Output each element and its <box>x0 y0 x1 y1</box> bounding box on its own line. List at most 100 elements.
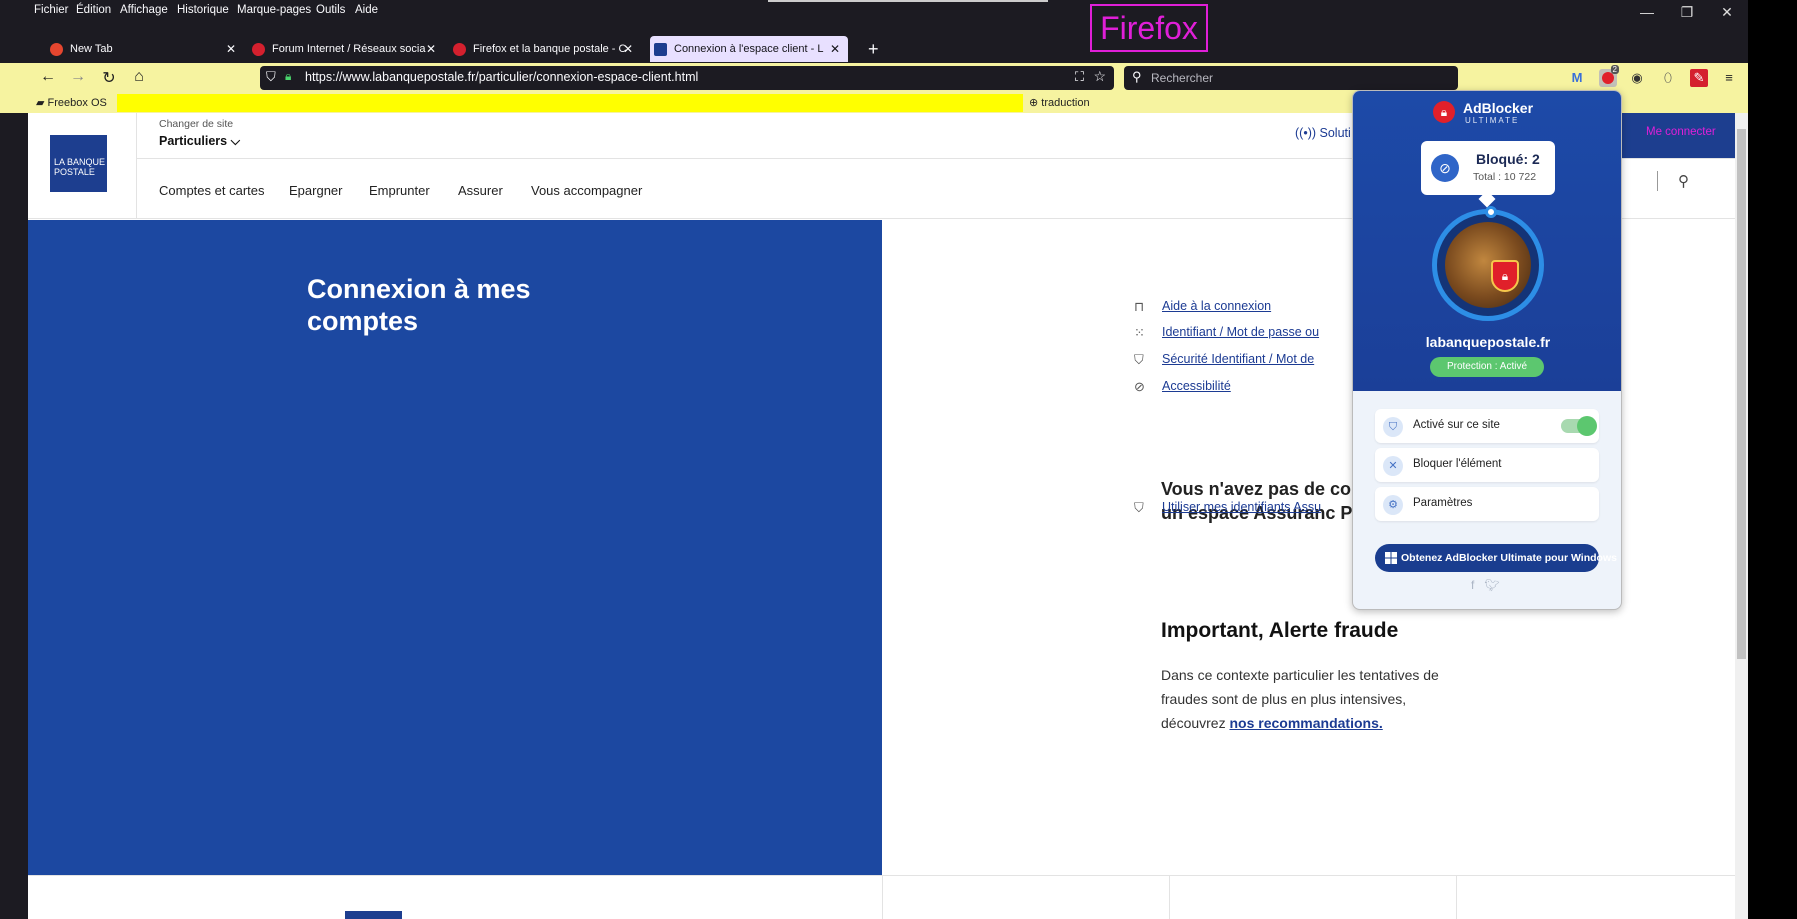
top-divider <box>768 0 1048 2</box>
alert-title: Important, Alerte fraude <box>1161 619 1399 642</box>
row-label: Paramètres <box>1413 497 1473 509</box>
tab-new-tab[interactable]: New Tab ✕ <box>50 36 236 62</box>
close-icon: ✕ <box>1383 456 1403 476</box>
close-window-icon[interactable]: ✕ <box>1712 4 1742 21</box>
menu-bar: Fichier Édition Affichage Historique Mar… <box>0 0 1748 26</box>
tab-forum[interactable]: Forum Internet / Réseaux socia ✕ <box>252 36 436 62</box>
tab-label: Connexion à l'espace client - L <box>674 43 824 55</box>
extension-red-icon[interactable]: ✎ <box>1690 69 1708 87</box>
search-icon: ⚲ <box>1132 69 1142 84</box>
tab-close-icon[interactable]: ✕ <box>226 36 236 62</box>
adblocker-extension-icon[interactable]: 2 <box>1599 65 1619 87</box>
bookmark-traduction[interactable]: ⊕ traduction <box>1029 96 1090 109</box>
menu-aide[interactable]: Aide <box>355 4 378 16</box>
link-accessibilite[interactable]: ⊘ Accessibilité <box>1134 379 1231 399</box>
blocked-card: ⊘ Bloqué: 2 Total : 10 722 <box>1421 141 1555 195</box>
solutions-link[interactable]: ((•)) Soluti <box>1295 126 1351 140</box>
url-bar[interactable]: ⛉ 🔒︎ https://www.labanquepostale.fr/part… <box>260 66 1114 90</box>
solutions-label: Soluti <box>1319 126 1351 140</box>
tab-favicon-icon <box>453 43 466 56</box>
bank-logo[interactable]: LA BANQUE POSTALE <box>50 135 107 192</box>
footer-divider <box>1169 876 1170 919</box>
globe-icon: ⊕ <box>1029 97 1039 109</box>
nav-comptes-cartes[interactable]: Comptes et cartes <box>159 183 265 198</box>
twitter-icon[interactable]: 🐦︎ <box>1484 578 1499 592</box>
power-dot-icon[interactable] <box>1485 206 1497 218</box>
browser-window: Fichier Édition Affichage Historique Mar… <box>0 0 1748 919</box>
back-icon[interactable]: ← <box>36 68 60 86</box>
nav-emprunter[interactable]: Emprunter <box>369 183 430 198</box>
shield-icon[interactable]: ⛉ <box>266 69 276 85</box>
extension-oval-icon[interactable]: ⬯ <box>1659 69 1677 87</box>
extension-circle-icon[interactable]: ◉ <box>1628 69 1646 87</box>
nav-vous-accompagner[interactable]: Vous accompagner <box>531 183 642 198</box>
keypad-icon: ⁙ <box>1134 325 1145 340</box>
lock-icon[interactable]: 🔒︎ <box>285 69 291 84</box>
settings-row[interactable]: ⚙ Paramètres <box>1375 487 1599 521</box>
bookmark-freebox[interactable]: ▰ Freebox OS <box>36 96 107 109</box>
tab-firefox-banque[interactable]: Firefox et la banque postale - C ✕ <box>453 36 633 62</box>
menu-affichage[interactable]: Affichage <box>120 4 168 16</box>
nav-epargner[interactable]: Epargner <box>289 183 342 198</box>
facebook-icon[interactable]: f <box>1471 578 1474 592</box>
minimize-icon[interactable]: — <box>1632 4 1662 20</box>
recommendations-link[interactable]: nos recommandations. <box>1229 715 1382 731</box>
scrollbar[interactable] <box>1735 113 1748 919</box>
new-tab-icon[interactable]: + <box>868 36 879 62</box>
link-use-ids[interactable]: ⛉ Utiliser mes identifiants Assu <box>1134 500 1322 520</box>
enabled-toggle[interactable] <box>1561 416 1597 436</box>
restore-icon[interactable]: ❐ <box>1672 4 1702 21</box>
menu-marque-pages[interactable]: Marque-pages <box>237 4 311 16</box>
home-icon[interactable]: ⌂ <box>127 68 151 86</box>
tab-close-icon[interactable]: ✕ <box>623 36 633 62</box>
scroll-thumb[interactable] <box>1737 129 1746 659</box>
enabled-on-site-row[interactable]: ⛉ Activé sur ce site <box>1375 409 1599 443</box>
mascot-ring: 🔒︎ <box>1432 206 1544 321</box>
change-site-label: Changer de site <box>159 118 234 130</box>
link-aide-connexion[interactable]: ⊓ Aide à la connexion <box>1134 299 1271 319</box>
block-element-row[interactable]: ✕ Bloquer l'élément <box>1375 448 1599 482</box>
gear-icon: ⚙ <box>1383 495 1403 515</box>
popup-domain: labanquepostale.fr <box>1425 334 1551 350</box>
footer-divider <box>1456 876 1457 919</box>
connect-button[interactable]: Me connecter <box>1620 113 1735 158</box>
tab-connexion-active[interactable]: Connexion à l'espace client - L ✕ <box>650 36 848 62</box>
site-search-icon[interactable]: ⚲ <box>1678 172 1689 190</box>
link-label: Accessibilité <box>1162 379 1231 393</box>
freebox-icon: ▰ <box>36 97 45 109</box>
search-divider <box>1657 171 1658 191</box>
segment-dropdown[interactable]: Particuliers ⌵ <box>159 134 240 149</box>
reload-icon[interactable]: ↻ <box>97 68 121 88</box>
menu-outils[interactable]: Outils <box>316 4 345 16</box>
forward-icon[interactable]: → <box>66 68 90 86</box>
footer-divider <box>882 876 883 919</box>
eye-slash-icon: ⊘ <box>1134 379 1145 394</box>
menu-edition[interactable]: Édition <box>76 4 111 16</box>
blocked-total: Total : 10 722 <box>1473 171 1537 183</box>
hamburger-menu-icon[interactable]: ≡ <box>1720 69 1738 87</box>
shield-check-icon: ⛉ <box>1134 352 1144 367</box>
adblocker-popup: 🔒︎ AdBlocker ULTIMATE ⊘ Bloqué: 2 Total … <box>1352 90 1622 610</box>
menu-historique[interactable]: Historique <box>177 4 229 16</box>
blocked-badge: 2 <box>1610 65 1619 74</box>
bookmark-star-icon[interactable]: ☆ <box>1093 68 1106 85</box>
nav-assurer[interactable]: Assurer <box>458 183 503 198</box>
search-placeholder: Rechercher <box>1151 71 1214 85</box>
link-securite[interactable]: ⛉ Sécurité Identifiant / Mot de <box>1134 352 1314 372</box>
search-bar[interactable]: ⚲ Rechercher <box>1124 66 1458 90</box>
blocked-stats-icon: ⊘ <box>1431 154 1459 182</box>
footer-logo <box>345 911 402 919</box>
tab-close-icon[interactable]: ✕ <box>426 36 436 62</box>
menu-fichier[interactable]: Fichier <box>34 4 69 16</box>
get-windows-button[interactable]: Obtenez AdBlocker Ultimate pour Windows <box>1375 544 1617 572</box>
windows-button-label: Obtenez AdBlocker Ultimate pour Windows <box>1401 552 1617 564</box>
link-identifiant[interactable]: ⁙ Identifiant / Mot de passe ou <box>1134 325 1319 345</box>
link-label: Utiliser mes identifiants Assu <box>1162 500 1322 514</box>
logo-text: LA BANQUE POSTALE <box>54 157 106 177</box>
social-links: f 🐦︎ <box>1471 578 1500 592</box>
gmail-icon[interactable]: M <box>1568 69 1586 87</box>
tab-favicon-icon <box>252 43 265 56</box>
tab-close-icon[interactable]: ✕ <box>830 36 840 62</box>
shield-check-icon: ⛉ <box>1383 417 1403 437</box>
translate-icon[interactable]: ⛶ <box>1075 69 1084 85</box>
